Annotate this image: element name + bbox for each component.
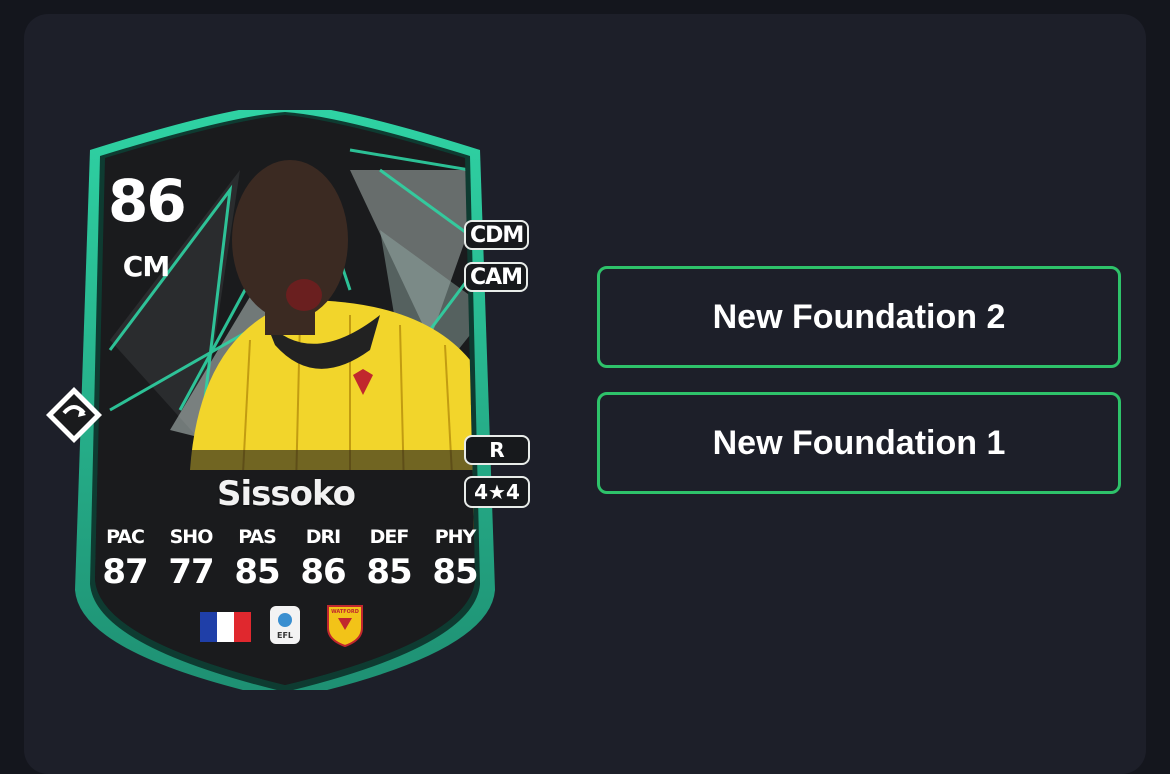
stat-phy: PHY 85 bbox=[422, 526, 488, 592]
playstyle-icon bbox=[46, 387, 102, 443]
stat-value: 85 bbox=[366, 552, 412, 592]
stat-label: DRI bbox=[305, 526, 341, 548]
stat-label: SHO bbox=[169, 526, 214, 548]
alt-position-cam: CAM bbox=[464, 262, 529, 292]
stat-dri: DRI 86 bbox=[290, 526, 356, 592]
stat-label: PAS bbox=[238, 526, 277, 548]
stat-pas: PAS 85 bbox=[224, 526, 290, 592]
stat-value: 86 bbox=[300, 552, 346, 592]
stat-value: 85 bbox=[432, 552, 478, 592]
svg-text:EFL: EFL bbox=[277, 631, 293, 640]
player-position: CM bbox=[122, 250, 170, 283]
stat-label: PHY bbox=[434, 526, 477, 548]
stat-pac: PAC 87 bbox=[92, 526, 158, 592]
france-flag-icon bbox=[200, 612, 251, 642]
evolution-button-new-foundation-2[interactable]: New Foundation 2 bbox=[597, 266, 1121, 368]
evolution-button-new-foundation-1[interactable]: New Foundation 1 bbox=[597, 392, 1121, 494]
weak-foot-badge: R bbox=[464, 435, 530, 465]
skills-badge: 4★4 bbox=[464, 476, 530, 508]
stat-def: DEF 85 bbox=[356, 526, 422, 592]
watford-crest-icon: WATFORD bbox=[327, 605, 363, 648]
stat-value: 77 bbox=[168, 552, 214, 592]
stat-value: 85 bbox=[234, 552, 280, 592]
stat-sho: SHO 77 bbox=[158, 526, 224, 592]
player-card[interactable]: 86 CM CDM CAM R 4★4 Sissoko PAC 87 SHO 7… bbox=[46, 110, 530, 690]
svg-text:WATFORD: WATFORD bbox=[331, 609, 359, 615]
stat-label: DEF bbox=[369, 526, 410, 548]
stat-value: 87 bbox=[102, 552, 148, 592]
stat-label: PAC bbox=[106, 526, 145, 548]
efl-league-icon: EFL bbox=[270, 606, 300, 644]
player-name: Sissoko bbox=[216, 474, 356, 514]
player-stats: PAC 87 SHO 77 PAS 85 DRI 86 DEF 85 PHY 8… bbox=[92, 526, 488, 592]
card-icons: EFL WATFORD bbox=[200, 605, 363, 648]
alt-position-cdm: CDM bbox=[464, 220, 530, 250]
player-rating: 86 bbox=[108, 167, 187, 235]
